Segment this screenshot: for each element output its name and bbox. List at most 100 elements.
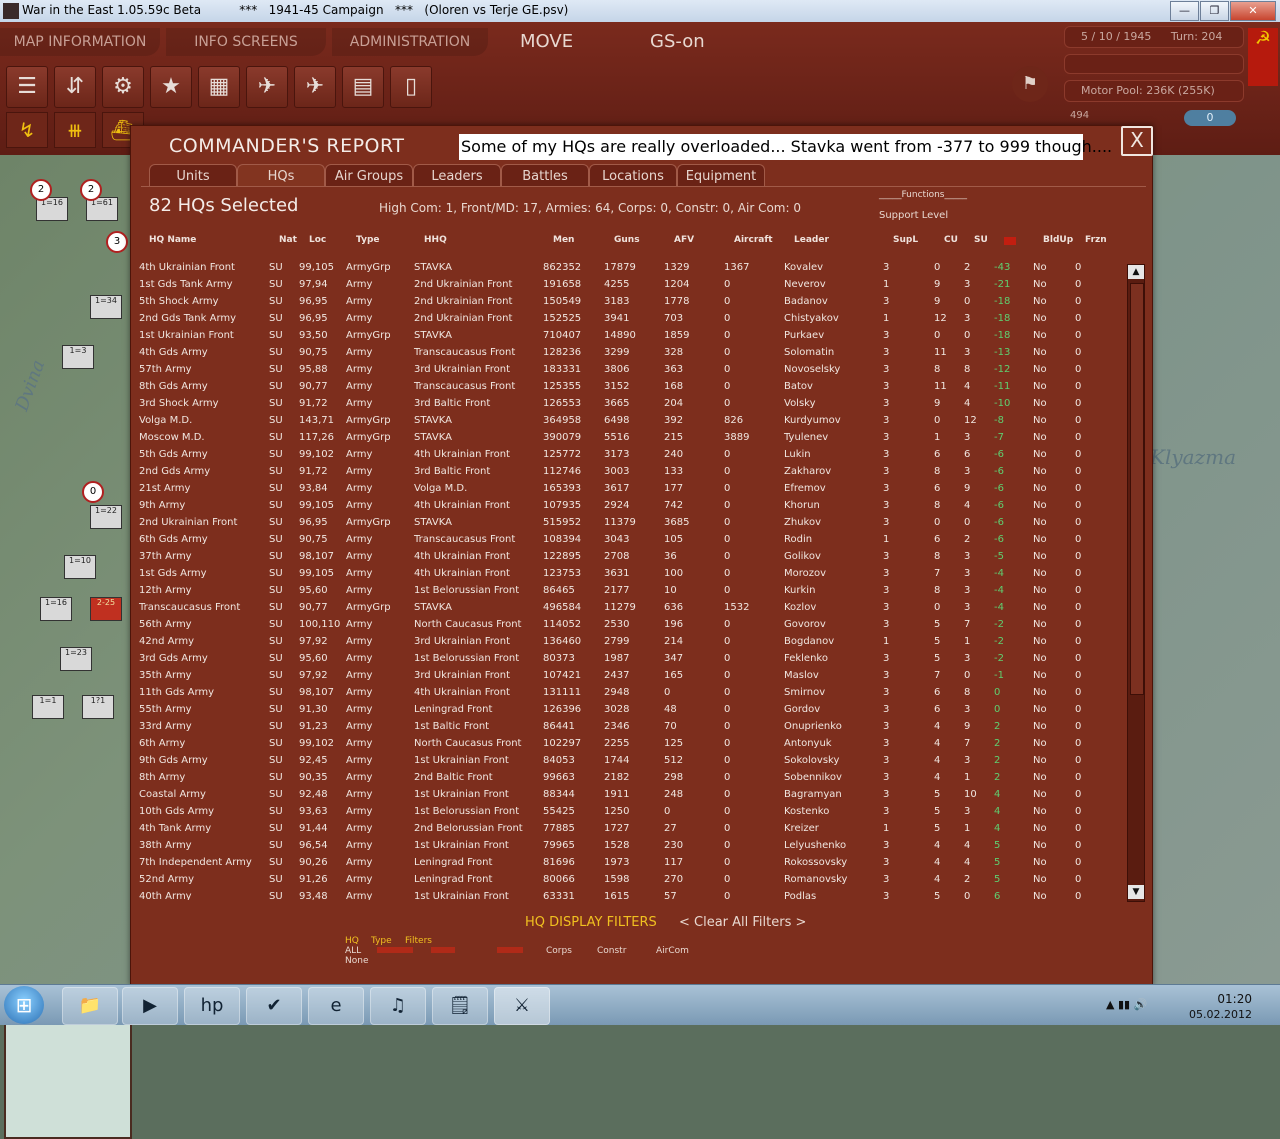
table-row[interactable]: 10th Gds Army SU 93,63 Army 1st Belorussian … [131, 804, 1125, 821]
column-header-loc[interactable]: Loc [309, 235, 326, 245]
table-row[interactable]: 9th Army SU 99,105 Army 4th Ukrainian Front 1… [131, 498, 1125, 515]
tray-icons[interactable]: ▲ ▮▮ 🔊 [1106, 998, 1147, 1011]
tab-info-screens[interactable]: INFO SCREENS [166, 28, 326, 56]
table-row[interactable]: Transcaucasus Front SU 90,77 ArmyGrp STAVKA 4… [131, 600, 1125, 617]
table-row[interactable]: 6th Gds Army SU 90,75 Army Transcaucasus Fro… [131, 532, 1125, 549]
table-row[interactable]: 2nd Ukrainian Front SU 96,95 ArmyGrp STAVKA 5… [131, 515, 1125, 532]
clock-date[interactable]: 05.02.2012 [1189, 1008, 1252, 1021]
column-header-afv[interactable]: AFV [674, 235, 694, 245]
scroll-up-icon[interactable]: ▲ [1128, 265, 1144, 279]
tab-units[interactable]: Units [149, 164, 237, 187]
unit-counter[interactable]: 1=10 [64, 555, 96, 579]
checkmark-app-icon[interactable]: ✔ [246, 987, 302, 1025]
path-icon[interactable]: ↯ [6, 112, 48, 148]
sticky-notes-icon[interactable]: 🗒 [432, 987, 488, 1025]
unit-counter[interactable]: 1=3 [62, 345, 94, 369]
tab-locations[interactable]: Locations [589, 164, 677, 187]
tab-administration[interactable]: ADMINISTRATION [332, 28, 488, 56]
column-header-supl[interactable]: SupL [893, 235, 918, 245]
column-header-hq-name[interactable]: HQ Name [149, 235, 196, 245]
column-header-hhq[interactable]: HHQ [424, 235, 447, 245]
table-row[interactable]: 4th Ukrainian Front SU 99,105 ArmyGrp STAVKA… [131, 260, 1125, 277]
tab-map-information[interactable]: MAP INFORMATION [0, 28, 160, 56]
gear-icon[interactable]: ⚙ [102, 66, 144, 108]
table-scrollbar[interactable]: ▲ ▼ [1127, 264, 1145, 902]
filter-red-option[interactable] [377, 947, 413, 953]
table-row[interactable]: 2nd Gds Army SU 91,72 Army 3rd Baltic Front 1… [131, 464, 1125, 481]
filter-constr[interactable]: Constr [597, 946, 626, 956]
counter-right[interactable]: 0 [1184, 110, 1236, 126]
column-header-su[interactable]: SU [974, 235, 988, 245]
table-row[interactable]: 35th Army SU 97,92 Army 3rd Ukrainian Front 1… [131, 668, 1125, 685]
table-row[interactable]: 57th Army SU 95,88 Army 3rd Ukrainian Front 1… [131, 362, 1125, 379]
tab-leaders[interactable]: Leaders [413, 164, 501, 187]
move-mode[interactable]: MOVE [520, 28, 573, 56]
airplane-icon[interactable]: ✈ [246, 66, 288, 108]
gs-toggle[interactable]: GS-on [650, 28, 705, 56]
table-row[interactable]: 8th Army SU 90,35 Army 2nd Baltic Front 99663… [131, 770, 1125, 787]
maximize-button[interactable]: ❐ [1200, 1, 1229, 21]
arrows-icon[interactable]: ⇵ [54, 66, 96, 108]
table-row[interactable]: 2nd Gds Tank Army SU 96,95 Army 2nd Ukrainia… [131, 311, 1125, 328]
explorer-icon[interactable]: 📁 [62, 987, 118, 1025]
filter-none[interactable]: None [345, 956, 368, 966]
document-icon[interactable]: ▯ [390, 66, 432, 108]
star-icon[interactable]: ★ [150, 66, 192, 108]
table-row[interactable]: Moscow M.D. SU 117,26 ArmyGrp STAVKA 390079 55… [131, 430, 1125, 447]
filter-red-option[interactable] [431, 947, 455, 953]
column-header-frzn[interactable]: Frzn [1085, 235, 1107, 245]
table-row[interactable]: 9th Gds Army SU 92,45 Army 1st Ukrainian Fro… [131, 753, 1125, 770]
unit-counter[interactable]: 1=23 [60, 647, 92, 671]
table-row[interactable]: 1st Gds Tank Army SU 97,94 Army 2nd Ukrainia… [131, 277, 1125, 294]
table-row[interactable]: 42nd Army SU 97,92 Army 3rd Ukrainian Front 1… [131, 634, 1125, 651]
rail-icon[interactable]: ▤ [342, 66, 384, 108]
column-header-type[interactable]: Type [356, 235, 379, 245]
internet-explorer-icon[interactable]: e [308, 987, 364, 1025]
table-row[interactable]: 3rd Shock Army SU 91,72 Army 3rd Baltic Fron… [131, 396, 1125, 413]
column-header-men[interactable]: Men [553, 235, 574, 245]
dialog-close-button[interactable]: X [1121, 126, 1153, 156]
filter-red-option[interactable] [497, 947, 523, 953]
spotify-icon[interactable]: ♫ [370, 987, 426, 1025]
tab-hqs[interactable]: HQs [237, 164, 325, 187]
window-close-button[interactable]: ✕ [1230, 1, 1276, 21]
table-row[interactable]: 1st Ukrainian Front SU 93,50 ArmyGrp STAVKA 7… [131, 328, 1125, 345]
table-row[interactable]: 4th Tank Army SU 91,44 Army 2nd Belorussian … [131, 821, 1125, 838]
table-row[interactable]: 8th Gds Army SU 90,77 Army Transcaucasus Fro… [131, 379, 1125, 396]
table-row[interactable]: 1st Gds Army SU 99,105 Army 4th Ukrainian Fr… [131, 566, 1125, 583]
column-header-delta[interactable] [1004, 237, 1016, 245]
column-header-guns[interactable]: Guns [614, 235, 640, 245]
column-header-aircraft[interactable]: Aircraft [734, 235, 773, 245]
table-row[interactable]: 52nd Army SU 91,26 Army Leningrad Front 80066… [131, 872, 1125, 889]
table-row[interactable]: 3rd Gds Army SU 95,60 Army 1st Belorussian F… [131, 651, 1125, 668]
support-level-label[interactable]: Support Level [879, 210, 948, 221]
weather-icon[interactable]: ▦ [198, 66, 240, 108]
table-row[interactable]: 7th Independent Army SU 90,26 Army Leningrad… [131, 855, 1125, 872]
tab-equipment[interactable]: Equipment [677, 164, 765, 187]
tank-icon[interactable]: ☰ [6, 66, 48, 108]
scroll-down-icon[interactable]: ▼ [1128, 885, 1144, 899]
unit-counter[interactable]: 2-25 [90, 597, 122, 621]
column-header-leader[interactable]: Leader [794, 235, 829, 245]
table-row[interactable]: 6th Army SU 99,102 Army North Caucasus Front… [131, 736, 1125, 753]
table-row[interactable]: 38th Army SU 96,54 Army 1st Ukrainian Front 7… [131, 838, 1125, 855]
tab-battles[interactable]: Battles [501, 164, 589, 187]
table-row[interactable]: 11th Gds Army SU 98,107 Army 4th Ukrainian F… [131, 685, 1125, 702]
table-row[interactable]: 55th Army SU 91,30 Army Leningrad Front 12639… [131, 702, 1125, 719]
media-player-icon[interactable]: ▶ [122, 987, 178, 1025]
column-header-bldup[interactable]: BldUp [1043, 235, 1073, 245]
clock-time[interactable]: 01:20 [1217, 992, 1252, 1006]
table-row[interactable]: 5th Shock Army SU 96,95 Army 2nd Ukrainian F… [131, 294, 1125, 311]
unit-counter[interactable]: 1=1 [32, 695, 64, 719]
table-row[interactable]: 21st Army SU 93,84 Army Volga M.D. 165393 3617… [131, 481, 1125, 498]
table-row[interactable]: 12th Army SU 95,60 Army 1st Belorussian Fron… [131, 583, 1125, 600]
table-row[interactable]: Coastal Army SU 92,48 Army 1st Ukrainian Fro… [131, 787, 1125, 804]
column-header-nat[interactable]: Nat [279, 235, 297, 245]
airplane-icon[interactable]: ✈ [294, 66, 336, 108]
table-row[interactable]: 40th Army SU 93,48 Army 1st Ukrainian Front 6… [131, 889, 1125, 900]
minimize-button[interactable]: — [1170, 1, 1199, 21]
table-row[interactable]: 4th Gds Army SU 90,75 Army Transcaucasus Fro… [131, 345, 1125, 362]
unit-counter[interactable]: 1?1 [82, 695, 114, 719]
scroll-thumb[interactable] [1130, 283, 1144, 695]
flag-button-icon[interactable]: ⚑ [1012, 66, 1048, 102]
